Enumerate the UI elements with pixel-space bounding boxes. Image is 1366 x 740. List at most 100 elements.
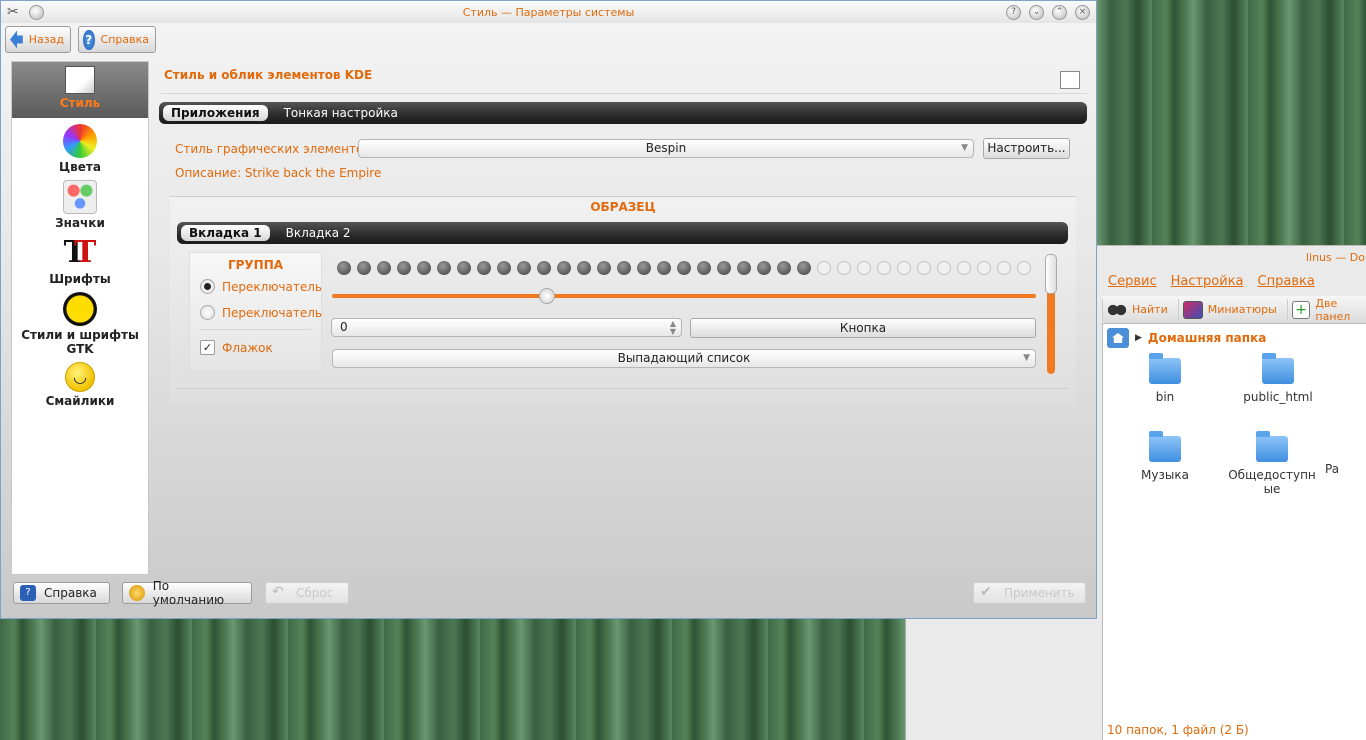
menu-settings[interactable]: Настройка (1171, 274, 1244, 289)
tab-fine-tuning[interactable]: Тонкая настройка (276, 105, 406, 121)
checkbox[interactable]: ✓ (200, 340, 215, 355)
binoculars-icon (1107, 300, 1127, 319)
file-item[interactable]: Музыка (1115, 431, 1215, 482)
file-item[interactable]: Pa (1325, 436, 1365, 476)
preview-title: ОБРАЗЕЦ (590, 200, 656, 214)
progress-dot (357, 261, 371, 275)
tab-applications[interactable]: Приложения (163, 105, 268, 121)
tab-preview-2[interactable]: Вкладка 2 (278, 225, 359, 241)
progress-dot (337, 261, 351, 275)
apply-label: Применить (1004, 586, 1075, 600)
preview-dropdown[interactable]: Выпадающий список ▼ (332, 349, 1036, 368)
scrollbar-handle[interactable] (1045, 254, 1057, 294)
icons-icon (63, 180, 97, 214)
spinbox[interactable]: 0 ▲ ▼ (331, 318, 682, 337)
fonts-icon: TT (63, 235, 97, 270)
preview-button[interactable]: Кнопка (690, 318, 1036, 338)
back-arrow-icon (10, 30, 23, 49)
radio-label-2: Переключатель (222, 306, 322, 320)
sidebar-item-icons[interactable]: Значки (12, 176, 148, 230)
menu-service[interactable]: Сервис (1108, 274, 1157, 289)
dolphin-file-view[interactable]: ▶ Домашняя папка bin public_html Музыка … (1102, 324, 1366, 740)
sidebar-item-label: Стиль (59, 96, 101, 110)
split-label: Две панел (1315, 296, 1351, 323)
progress-dot (857, 261, 871, 275)
file-item[interactable]: Общедоступные (1228, 431, 1316, 496)
progress-dot (757, 261, 771, 275)
slider-handle[interactable] (539, 288, 555, 304)
preview-icon (1182, 300, 1203, 319)
dolphin-toolbar: Найти Миниатюры + Две панел (1102, 296, 1366, 324)
category-sidebar: Стиль Цвета Значки TT Шрифты Стили и шри… (11, 61, 149, 575)
home-icon (1107, 328, 1129, 348)
help-label: Справка (44, 586, 97, 600)
sidebar-item-emoticons[interactable]: ◡ Смайлики (12, 358, 148, 412)
style-icon (65, 66, 95, 94)
defaults-button[interactable]: По умолчанию (122, 579, 252, 607)
chevron-down-icon: ▼ (961, 143, 968, 153)
sidebar-item-label: Смайлики (45, 394, 115, 408)
sidebar-item-fonts[interactable]: TT Шрифты (12, 232, 148, 287)
sidebar-item-label: Значки (55, 216, 105, 230)
split-button[interactable]: + Две панел (1286, 296, 1366, 323)
smiley-icon: ◡ (65, 362, 95, 392)
preview-group: ГРУППА Переключатель Переключатель ✓ Фла… (189, 252, 322, 372)
breadcrumb[interactable]: ▶ Домашняя папка (1107, 328, 1266, 348)
help-button[interactable]: ? Справка (13, 582, 110, 604)
minimize-button[interactable]: ⌄ (1029, 5, 1044, 20)
file-item[interactable]: public_html (1228, 353, 1328, 404)
progress-dot (597, 261, 611, 275)
gtk-icon (63, 292, 97, 326)
progress-dot (417, 261, 431, 275)
back-button[interactable]: Назад (5, 26, 71, 53)
sidebar-item-style[interactable]: Стиль (12, 62, 148, 118)
settings-window[interactable]: ✂ Стиль — Параметры системы ? ⌄ ⌃ × Наза… (0, 0, 1097, 619)
help-nav-button[interactable]: ? Справка (78, 26, 156, 53)
checkmark-icon: ✔ (980, 584, 992, 600)
file-name: bin (1155, 390, 1175, 404)
apply-button[interactable]: ✔ Применить (973, 582, 1086, 604)
progress-dot (377, 261, 391, 275)
progress-dot (477, 261, 491, 275)
progress-dot (397, 261, 411, 275)
help-icon: ? (83, 29, 95, 50)
find-label: Найти (1132, 303, 1168, 316)
footer-divider (11, 575, 1087, 576)
preview-button[interactable]: Миниатюры (1177, 298, 1281, 321)
progress-dot (577, 261, 591, 275)
preview-tabbar: Вкладка 1 Вкладка 2 (177, 222, 1068, 244)
progress-dot (957, 261, 971, 275)
sidebar-item-label: Цвета (59, 160, 101, 174)
help-window-button[interactable]: ? (1006, 5, 1021, 20)
progress-dot (737, 261, 751, 275)
file-name: Общедоступные (1228, 468, 1316, 496)
spin-arrows-icon[interactable]: ▲ ▼ (670, 320, 676, 336)
dropdown-value: Выпадающий список (617, 351, 751, 365)
slider-track[interactable] (332, 294, 1036, 298)
widget-style-combo[interactable]: Bespin ▼ (358, 139, 974, 158)
progress-dot (517, 261, 531, 275)
radio-button-1[interactable] (200, 279, 215, 294)
menu-help[interactable]: Справка (1258, 274, 1315, 289)
tab-preview-1[interactable]: Вкладка 1 (181, 225, 270, 241)
reset-label: Сброс (296, 586, 334, 600)
sidebar-item-colors[interactable]: Цвета (12, 120, 148, 174)
maximize-button[interactable]: ⌃ (1052, 5, 1067, 20)
spinbox-value: 0 (340, 320, 348, 334)
group-title: ГРУППА (227, 258, 284, 272)
close-button[interactable]: × (1075, 5, 1090, 20)
titlebar[interactable]: ✂ Стиль — Параметры системы ? ⌄ ⌃ × (1, 1, 1096, 23)
dolphin-menubar: Сервис Настройка Справка (1108, 274, 1315, 289)
breadcrumb-arrow-icon: ▶ (1135, 333, 1142, 343)
edit-icon[interactable] (1060, 71, 1080, 89)
reset-button[interactable]: ↶ Сброс (265, 582, 349, 604)
breadcrumb-home[interactable]: Домашняя папка (1148, 331, 1266, 345)
configure-button[interactable]: Настроить... (983, 138, 1070, 159)
file-item[interactable]: bin (1115, 353, 1215, 404)
radio-button-2[interactable] (200, 305, 215, 320)
checkbox-label: Флажок (222, 341, 273, 355)
sidebar-item-label: Стили и шрифты GTK (21, 328, 139, 356)
sidebar-item-gtk[interactable]: Стили и шрифты GTK (12, 288, 148, 356)
progress-dot (437, 261, 451, 275)
find-button[interactable]: Найти (1102, 298, 1172, 321)
